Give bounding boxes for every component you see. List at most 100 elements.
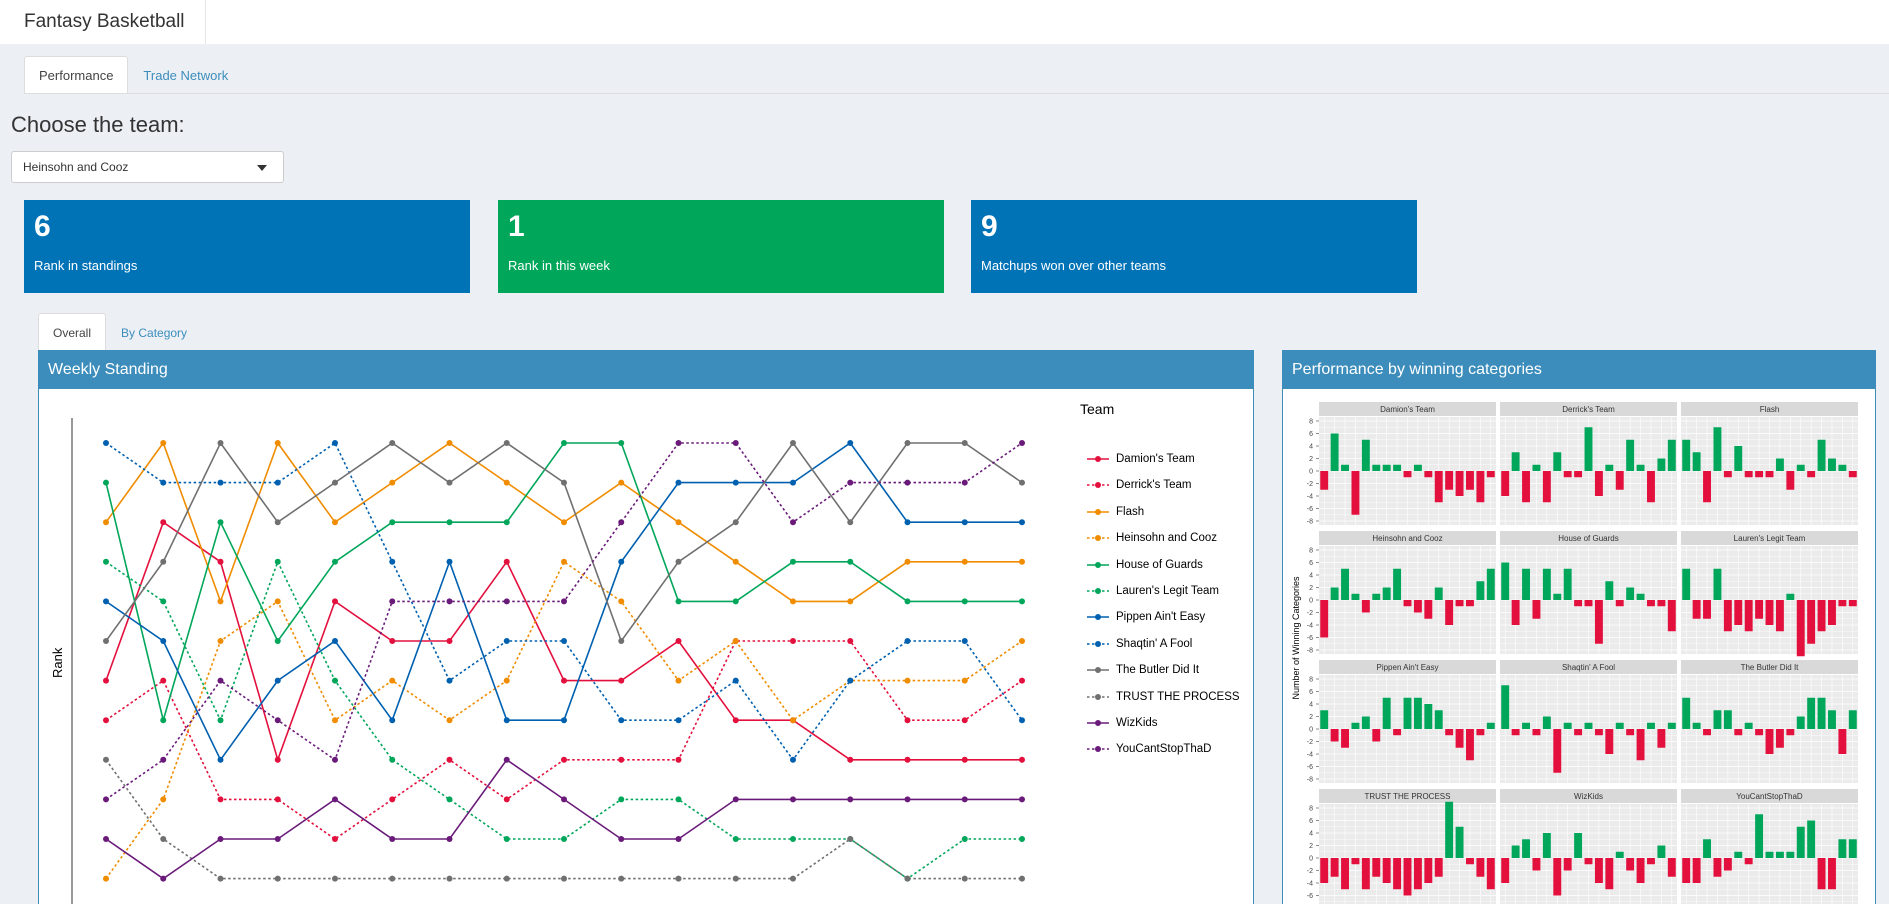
data-point [389, 717, 396, 724]
category-bar [1330, 433, 1339, 471]
y-tick-label: -2 [1307, 739, 1313, 746]
facet-panel: TRUST THE PROCESS86420-2-4-6-8 [1307, 789, 1496, 904]
y-tick-label: 6 [1309, 431, 1313, 438]
category-bar [1382, 858, 1391, 883]
y-tick-label: 4 [1309, 831, 1313, 838]
category-bar [1320, 471, 1329, 490]
category-bar [1553, 452, 1562, 471]
category-bar [1775, 851, 1784, 858]
data-point [675, 598, 682, 605]
legend-label: Lauren's Legit Team [1116, 585, 1219, 597]
data-point [732, 836, 739, 842]
data-point [961, 638, 968, 644]
y-tick-label: 2 [1309, 843, 1313, 850]
category-bar [1522, 722, 1530, 729]
data-point [446, 875, 453, 882]
data-point [561, 558, 567, 565]
facet-label: House of Guards [1558, 534, 1618, 543]
data-point [446, 677, 453, 684]
tab-performance[interactable]: Performance [24, 56, 129, 94]
category-bar [1455, 729, 1464, 748]
data-point [618, 796, 625, 803]
legend-item: Derrick's Team [1086, 477, 1191, 493]
y-tick-label: -8 [1307, 777, 1313, 784]
tab-trade-network[interactable]: Trade Network [128, 56, 243, 94]
value-box-matchups-won: 9 Matchups won over other teams [971, 200, 1417, 293]
value-box-rank-week: 1 Rank in this week [498, 200, 944, 293]
data-point [274, 479, 281, 486]
category-bar [1413, 464, 1422, 471]
data-point [274, 796, 281, 803]
data-point [904, 717, 911, 724]
data-point [1019, 796, 1025, 803]
data-point [675, 717, 682, 724]
category-bar [1351, 471, 1360, 515]
category-bar [1667, 439, 1676, 471]
category-bar [1594, 600, 1603, 644]
data-point [961, 756, 968, 763]
value-box-label: Rank in standings [34, 258, 138, 273]
category-bar [1647, 471, 1655, 503]
data-point [561, 479, 567, 486]
data-point [904, 875, 911, 882]
legend-item: Heinsohn and Cooz [1086, 530, 1217, 546]
team-select[interactable]: Heinsohn and Cooz [11, 151, 284, 183]
legend-key-icon [1087, 561, 1109, 568]
category-bar [1476, 581, 1485, 600]
category-bar [1838, 464, 1847, 471]
value-box-number: 1 [508, 210, 525, 243]
data-point [732, 875, 739, 882]
category-bar [1466, 858, 1474, 865]
data-point [503, 796, 510, 803]
y-tick-label: 0 [1309, 727, 1313, 734]
data-point [332, 479, 338, 486]
category-bar [1605, 729, 1614, 754]
tab-overall[interactable]: Overall [38, 313, 107, 351]
category-bar [1723, 710, 1732, 729]
data-point [503, 479, 510, 486]
data-point [561, 836, 567, 842]
category-bar [1657, 729, 1666, 748]
series-line [105, 640, 1023, 840]
legend-key-icon [1087, 614, 1109, 621]
data-point [103, 558, 109, 565]
data-point [103, 479, 109, 486]
data-point [332, 440, 338, 446]
data-point [1019, 875, 1025, 882]
category-bar [1553, 593, 1562, 600]
data-point [332, 638, 338, 644]
data-point [790, 717, 796, 724]
data-point [847, 836, 854, 842]
data-point [332, 558, 338, 565]
data-point [274, 638, 281, 644]
tab-by-category[interactable]: By Category [106, 313, 202, 351]
data-point [561, 677, 567, 684]
category-bar [1605, 464, 1614, 471]
category-bar [1413, 600, 1422, 613]
category-bar [1542, 716, 1551, 729]
data-point [1019, 558, 1025, 565]
data-point [446, 519, 453, 526]
category-bar [1574, 833, 1583, 858]
data-point [217, 479, 224, 486]
category-bar [1796, 600, 1805, 657]
category-bar [1817, 858, 1826, 890]
category-bar [1532, 858, 1541, 871]
category-bar [1486, 858, 1495, 890]
category-bar [1807, 820, 1816, 858]
category-bar [1744, 471, 1753, 478]
data-point [389, 836, 396, 842]
data-point [790, 558, 796, 565]
category-bar [1542, 833, 1551, 858]
legend-item: The Butler Did It [1086, 662, 1199, 678]
data-point [732, 519, 739, 526]
y-tick-label: 8 [1309, 806, 1313, 813]
category-bar [1744, 858, 1753, 865]
data-point [103, 756, 109, 763]
data-point [790, 479, 796, 486]
data-point [217, 598, 224, 605]
data-point [217, 440, 224, 446]
data-point [1019, 836, 1025, 842]
category-bar [1692, 722, 1701, 729]
category-bar [1744, 722, 1753, 729]
